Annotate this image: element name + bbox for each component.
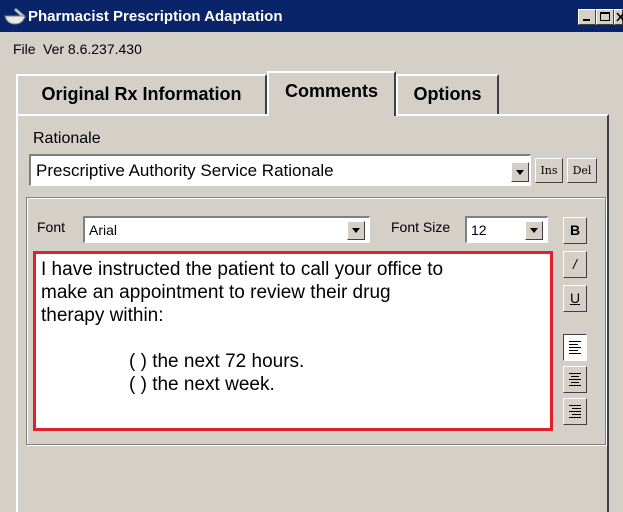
chevron-down-icon	[352, 228, 360, 233]
tab-comments[interactable]: Comments	[267, 71, 396, 116]
font-dropdown-button[interactable]	[347, 221, 365, 240]
rationale-dropdown-button[interactable]	[511, 162, 529, 182]
italic-button[interactable]: /	[563, 251, 587, 278]
bold-button[interactable]: B	[563, 217, 587, 244]
comment-line: ( ) the next 72 hours.	[129, 351, 305, 372]
tab-original-rx-information[interactable]: Original Rx Information	[16, 74, 267, 114]
chevron-down-icon	[530, 228, 538, 233]
comment-text-editor[interactable]: I have instructed the patient to call yo…	[33, 251, 553, 431]
align-center-button[interactable]	[563, 366, 587, 393]
font-label: Font	[37, 219, 66, 235]
comment-line: I have instructed the patient to call yo…	[41, 259, 444, 280]
align-left-button[interactable]	[563, 334, 587, 361]
comment-line: ( ) the next week.	[129, 374, 275, 395]
align-center-icon	[569, 373, 581, 386]
chevron-down-icon	[516, 170, 524, 175]
comment-line: therapy within:	[41, 305, 164, 326]
insert-rationale-button[interactable]: Ins	[535, 158, 563, 183]
delete-rationale-button[interactable]: Del	[567, 158, 597, 183]
tab-label: Comments	[284, 81, 378, 101]
font-size-select[interactable]: 12	[465, 216, 548, 243]
font-size-value: 12	[471, 222, 487, 238]
mortar-pestle-icon	[4, 8, 26, 25]
app-window: Pharmacist Prescription Adaptation File …	[0, 0, 623, 512]
title-bar[interactable]: Pharmacist Prescription Adaptation	[0, 0, 623, 32]
maximize-button[interactable]	[596, 9, 614, 25]
minimize-button[interactable]	[578, 9, 596, 25]
minimize-icon	[583, 19, 590, 21]
maximize-icon	[600, 12, 610, 21]
font-select[interactable]: Arial	[83, 216, 370, 243]
menu-file[interactable]: File	[13, 41, 36, 57]
close-button[interactable]	[614, 9, 623, 25]
rationale-value: Prescriptive Authority Service Rationale	[36, 161, 334, 180]
font-value: Arial	[89, 222, 118, 238]
tab-label: Options	[413, 84, 482, 104]
rationale-select[interactable]: Prescriptive Authority Service Rationale	[29, 154, 531, 186]
underline-button[interactable]: U	[563, 285, 587, 312]
align-right-button[interactable]	[563, 398, 587, 425]
align-left-icon	[569, 341, 581, 354]
version-label: Ver 8.6.237.430	[43, 41, 142, 57]
tab-options[interactable]: Options	[396, 74, 499, 114]
close-icon	[616, 12, 623, 22]
comment-line: make an appointment to review their drug	[41, 282, 391, 303]
tab-label: Original Rx Information	[41, 84, 242, 104]
font-size-dropdown-button[interactable]	[525, 221, 543, 240]
window-title: Pharmacist Prescription Adaptation	[28, 8, 283, 25]
align-right-icon	[569, 405, 581, 418]
menu-bar: File Ver 8.6.237.430	[0, 32, 623, 64]
font-size-label: Font Size	[391, 219, 451, 235]
rationale-label: Rationale	[33, 130, 101, 147]
